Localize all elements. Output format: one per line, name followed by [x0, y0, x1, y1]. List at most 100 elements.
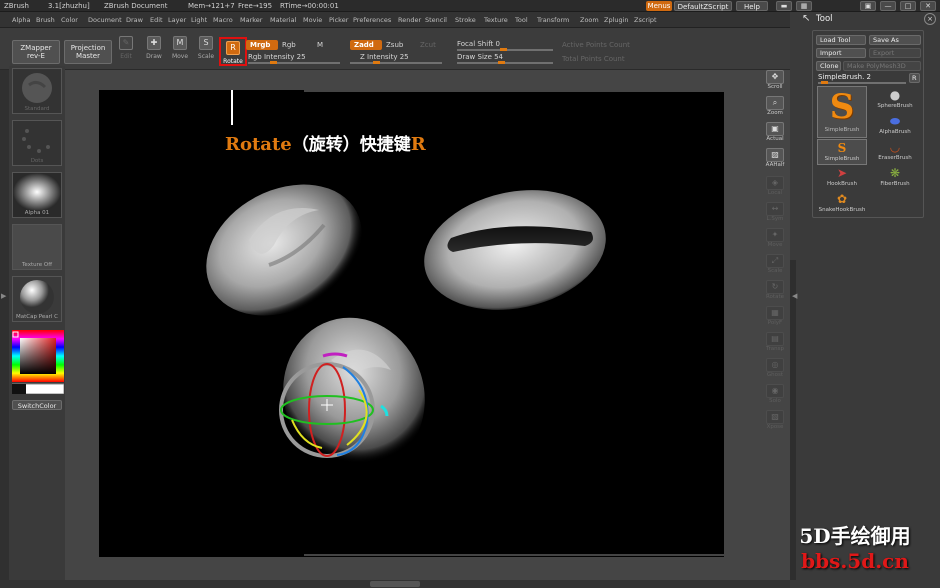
fiberbrush-tile[interactable]: ❋ FiberBrush [870, 165, 920, 191]
switch-color-button[interactable]: SwitchColor [12, 400, 62, 410]
menu-preferences[interactable]: Preferences [353, 16, 391, 24]
menu-color[interactable]: Color [61, 16, 78, 24]
close-palette-icon[interactable]: × [924, 13, 936, 25]
bottom-tray-handle[interactable] [370, 581, 420, 587]
material-tile[interactable]: MatCap Pearl C [12, 276, 62, 322]
menu-draw[interactable]: Draw [126, 16, 143, 24]
menu-alpha[interactable]: Alpha [12, 16, 30, 24]
color-picker[interactable] [11, 330, 65, 396]
hookbrush-tile[interactable]: ➤ HookBrush [817, 165, 867, 191]
focal-shift-knob[interactable] [500, 48, 507, 51]
snakehookbrush-tile[interactable]: ✿ SnakeHookBrush [817, 191, 867, 217]
rgb-button[interactable]: Rgb [282, 41, 296, 49]
color-picker-widget[interactable] [11, 330, 65, 395]
load-tool-button[interactable]: Load Tool [816, 35, 866, 45]
projection-master-button[interactable]: Projection Master [64, 40, 112, 64]
menu-stroke[interactable]: Stroke [455, 16, 476, 24]
menu-document[interactable]: Document [88, 16, 122, 24]
menu-light[interactable]: Light [191, 16, 207, 24]
maximize-icon[interactable]: □ [900, 1, 916, 11]
standard-brush-tile[interactable]: Standard [12, 68, 62, 114]
menu-marker[interactable]: Marker [240, 16, 262, 24]
simplebrush-tile[interactable]: S SimpleBrush [817, 139, 867, 165]
export-button[interactable]: Export [869, 48, 921, 58]
z-intensity-knob[interactable] [373, 61, 380, 64]
edit-button[interactable]: ✎ Edit [114, 36, 138, 66]
texture-tile[interactable]: Texture Off [12, 224, 62, 270]
alpha-tile[interactable]: Alpha 01 [12, 172, 62, 218]
draw-button[interactable]: ✚ Draw [142, 36, 166, 66]
r-button[interactable]: R [909, 73, 920, 83]
menu-zoom[interactable]: Zoom [580, 16, 599, 24]
right-shelf-ghost-button[interactable]: ◎ Ghost [762, 358, 788, 382]
rotate-button[interactable]: R Rotate [219, 37, 247, 66]
tool-slider-track[interactable] [818, 82, 906, 84]
left-tray-arrow-icon[interactable]: ▶ [1, 292, 6, 300]
layout-icon[interactable]: ▦ [796, 1, 812, 11]
import-button[interactable]: Import [816, 48, 866, 58]
menu-tool[interactable]: Tool [515, 16, 528, 24]
right-shelf-lsym-button[interactable]: ↔ L.Sym [762, 202, 788, 226]
right-shelf-zoom-button[interactable]: ⌕ Zoom [762, 96, 788, 120]
right-shelf-scale-button[interactable]: ⤢ Scale [762, 254, 788, 278]
hide-icon[interactable]: ▬ [776, 1, 792, 11]
menu-transform[interactable]: Transform [537, 16, 569, 24]
mrgb-button[interactable]: Mrgb [246, 40, 278, 50]
move-button[interactable]: M Move [168, 36, 192, 66]
menu-zplugin[interactable]: Zplugin [604, 16, 629, 24]
right-shelf-xpose-button[interactable]: ▧ Xpose [762, 410, 788, 434]
rgb-intensity-knob[interactable] [270, 61, 277, 64]
z-intensity-slider[interactable]: Z Intensity 25 [360, 53, 409, 61]
spherebrush-tile[interactable]: ● SphereBrush [870, 87, 920, 113]
menu-edit[interactable]: Edit [150, 16, 163, 24]
canvas[interactable]: Rotate（旋转）快捷键R [99, 80, 724, 557]
draw-size-slider[interactable]: Draw Size 54 [457, 53, 503, 61]
right-shelf-solo-button[interactable]: ◉ Solo [762, 384, 788, 408]
m-button[interactable]: M [317, 41, 323, 49]
right-shelf-move-button[interactable]: ✦ Move [762, 228, 788, 252]
default-zscript-button[interactable]: DefaultZScript [674, 1, 732, 11]
right-shelf-rotate-button[interactable]: ↻ Rotate [762, 280, 788, 304]
menu-movie[interactable]: Movie [303, 16, 322, 24]
tool-slider-knob[interactable] [821, 81, 828, 84]
menu-material[interactable]: Material [270, 16, 296, 24]
make-polymesh3d-button[interactable]: Make PolyMesh3D [843, 61, 921, 71]
menu-render[interactable]: Render [398, 16, 421, 24]
left-tray-handle[interactable] [0, 70, 9, 588]
right-shelf-aahalf-button[interactable]: ▨ AAHalf [762, 148, 788, 172]
z-intensity-track[interactable] [350, 62, 442, 64]
simplebrush-large-tile[interactable]: S SimpleBrush [817, 86, 867, 138]
draw-size-knob[interactable] [498, 61, 505, 64]
right-shelf-local-button[interactable]: ◈ Local [762, 176, 788, 200]
help-button[interactable]: Help [736, 1, 768, 11]
dots-stroke-tile[interactable]: Dots [12, 120, 62, 166]
right-shelf-transp-button[interactable]: ▤ Transp [762, 332, 788, 356]
eraserbrush-tile[interactable]: ◡ EraserBrush [870, 139, 920, 165]
scale-button[interactable]: S Scale [194, 36, 218, 66]
right-shelf-actual-button[interactable]: ▣ Actual [762, 122, 788, 146]
zcut-button[interactable]: Zcut [420, 41, 436, 49]
minimize-icon[interactable]: — [880, 1, 896, 11]
canvas-artwork[interactable] [99, 80, 724, 557]
menu-stencil[interactable]: Stencil [425, 16, 447, 24]
close-icon[interactable]: ✕ [920, 1, 936, 11]
menu-texture[interactable]: Texture [484, 16, 508, 24]
clone-button[interactable]: Clone [816, 61, 841, 71]
save-as-button[interactable]: Save As [869, 35, 921, 45]
zsub-button[interactable]: Zsub [386, 41, 403, 49]
draw-size-track[interactable] [457, 62, 553, 64]
menu-picker[interactable]: Picker [329, 16, 348, 24]
save-icon[interactable]: ▣ [860, 1, 876, 11]
rgb-intensity-track[interactable] [248, 62, 340, 64]
menu-layer[interactable]: Layer [168, 16, 186, 24]
menus-button[interactable]: Menus [646, 1, 672, 11]
menu-brush[interactable]: Brush [36, 16, 55, 24]
right-tray-arrow-icon[interactable]: ◀ [792, 292, 797, 300]
zmapper-button[interactable]: ZMapper rev-E [12, 40, 60, 64]
zadd-button[interactable]: Zadd [350, 40, 382, 50]
menu-macro[interactable]: Macro [213, 16, 233, 24]
right-shelf-polyf-button[interactable]: ▦ PolyF [762, 306, 788, 330]
rgb-intensity-slider[interactable]: Rgb Intensity 25 [248, 53, 306, 61]
menu-zscript[interactable]: Zscript [634, 16, 657, 24]
right-shelf-scroll-button[interactable]: ✥ Scroll [762, 70, 788, 94]
